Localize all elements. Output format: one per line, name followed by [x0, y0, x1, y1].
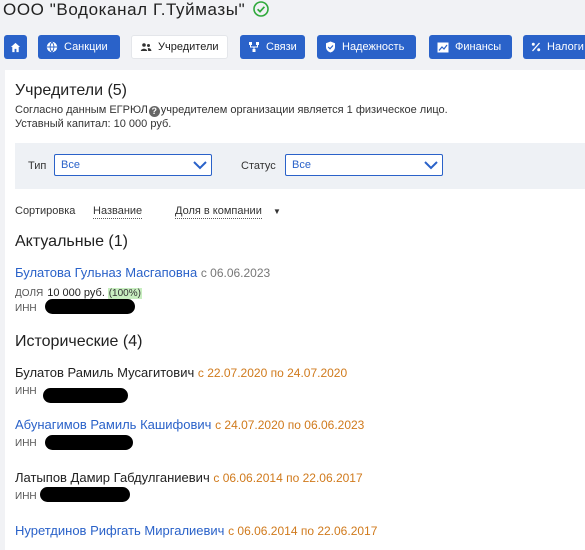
- founder-row: Абунагимов Рамиль Кашифович с 24.07.2020…: [15, 417, 364, 432]
- tab-label: Финансы: [455, 41, 502, 53]
- tab-founders[interactable]: Учредители: [131, 35, 228, 59]
- share-label: ДОЛЯ: [15, 288, 44, 299]
- status-filter-label: Статус: [241, 160, 276, 172]
- tab-label: Налоги: [547, 41, 584, 53]
- founder-name: Булатов Рамиль Мусагитович: [15, 365, 195, 380]
- founder-name: Латыпов Дамир Габдулганиевич: [15, 470, 210, 485]
- founder-inn: ИНН: [15, 303, 37, 314]
- founder-period: с 22.07.2020 по 24.07.2020: [197, 366, 348, 380]
- percent-icon: [531, 42, 541, 52]
- founder-row: Латыпов Дамир Габдулганиевич с 06.06.201…: [15, 470, 363, 485]
- sort-label: Сортировка: [15, 205, 76, 217]
- tab-taxes[interactable]: Налоги: [523, 35, 585, 59]
- tab-links[interactable]: Связи: [240, 35, 305, 59]
- sort-by-name[interactable]: Название: [93, 205, 143, 219]
- share-percent: (100%): [107, 288, 142, 299]
- status-filter-select[interactable]: Все: [285, 154, 443, 176]
- tab-label: Учредители: [158, 41, 219, 53]
- founder-row: Нуретдинов Рифгать Миргалиевич с 06.06.2…: [15, 523, 377, 538]
- sort-by-share[interactable]: Доля в компании: [175, 205, 262, 219]
- founder-name-link[interactable]: Булатова Гульназ Масгаповна: [15, 265, 197, 280]
- page-header: ООО "Водоканал Г.Туймазы": [0, 0, 585, 30]
- type-filter-label: Тип: [28, 160, 47, 172]
- info-text-after: учредителем организации является 1 физич…: [160, 104, 448, 116]
- inn-label: ИНН: [15, 491, 37, 502]
- check-circle-icon: [253, 1, 269, 17]
- tab-reliability[interactable]: Надежность: [317, 35, 416, 59]
- founders-panel: Учредители (5) Согласно данным ЕГРЮЛ? учр…: [5, 70, 585, 550]
- inn-label: ИНН: [15, 438, 37, 449]
- redaction-mark: [45, 299, 135, 314]
- inn-label: ИНН: [15, 386, 37, 397]
- tab-label: Надежность: [342, 41, 405, 53]
- founder-name-link[interactable]: Нуретдинов Рифгать Миргалиевич: [15, 523, 224, 538]
- caret-down-icon: ▼: [273, 207, 281, 216]
- globe-icon: [46, 41, 58, 53]
- tab-label: Санкции: [64, 41, 108, 53]
- founder-inn: ИНН: [15, 386, 37, 397]
- chart-icon: [437, 42, 449, 52]
- tab-label: Связи: [266, 41, 297, 53]
- type-filter-select[interactable]: Все: [54, 154, 212, 176]
- founder-period: с 06.06.2014 по 22.06.2017: [228, 524, 378, 538]
- founder-inn: ИНН: [15, 491, 37, 502]
- inn-label: ИНН: [15, 303, 37, 314]
- type-filter-value: Все: [61, 159, 80, 171]
- status-filter-value: Все: [292, 159, 311, 171]
- capital-info: Уставный капитал: 10 000 руб.: [15, 118, 172, 130]
- founder-row: Булатов Рамиль Мусагитович с 22.07.2020 …: [15, 365, 347, 380]
- share-value: 10 000 руб.: [47, 287, 105, 299]
- founder-since: с 06.06.2023: [200, 266, 271, 280]
- help-icon[interactable]: ?: [148, 106, 160, 117]
- chevron-down-icon: [424, 161, 438, 170]
- tab-finance[interactable]: Финансы: [429, 35, 512, 59]
- tab-home[interactable]: [4, 35, 27, 59]
- founders-info: Согласно данным ЕГРЮЛ? учредителем органи…: [15, 104, 448, 117]
- current-founders-title: Актуальные (1): [15, 233, 128, 250]
- company-title: ООО "Водоканал Г.Туймазы": [3, 0, 246, 19]
- network-icon: [249, 42, 259, 52]
- founder-period: с 06.06.2014 по 22.06.2017: [213, 471, 363, 485]
- redaction-mark: [45, 435, 133, 450]
- redaction-mark: [43, 388, 128, 403]
- founder-inn: ИНН: [15, 438, 37, 449]
- chevron-down-icon: [193, 161, 207, 170]
- shield-icon: [326, 41, 335, 53]
- founder-share: ДОЛЯ 10 000 руб. (100%): [15, 287, 142, 299]
- home-icon: [10, 42, 21, 52]
- founder-name-link[interactable]: Абунагимов Рамиль Кашифович: [15, 417, 211, 432]
- section-tabs: Санкции Учредители Связи Надежность Фина…: [0, 35, 585, 59]
- founder-row: Булатова Гульназ Масгаповна с 06.06.2023: [15, 265, 270, 280]
- tab-sanctions[interactable]: Санкции: [38, 35, 120, 59]
- info-text-before: Согласно данным ЕГРЮЛ: [15, 104, 148, 116]
- redaction-mark: [40, 487, 130, 502]
- filters-bar: Тип Все Статус Все: [15, 143, 585, 189]
- founders-title: Учредители (5): [15, 82, 128, 99]
- founder-period: с 24.07.2020 по 06.06.2023: [215, 418, 365, 432]
- historic-founders-title: Исторические (4): [15, 333, 143, 350]
- users-icon: [140, 43, 152, 51]
